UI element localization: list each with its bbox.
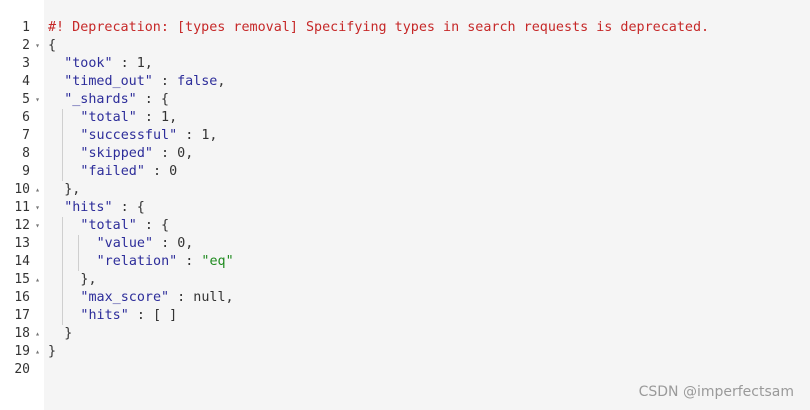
code-line: "successful" : 1, [80, 127, 217, 145]
line-number: 20 [14, 362, 30, 377]
code-token: "hits" [64, 200, 113, 215]
line-number: 11 [14, 200, 30, 215]
line-number: 7 [22, 128, 30, 143]
line-number: 5 [22, 92, 30, 107]
line-number: 15 [14, 272, 30, 287]
code-token: #! Deprecation: [types removal] Specifyi… [48, 20, 710, 35]
code-token: "skipped" [80, 146, 153, 161]
line-number: 4 [22, 74, 30, 89]
indent-guide [62, 109, 64, 181]
code-token: "total" [80, 110, 137, 125]
code-line: "timed_out" : false, [64, 73, 225, 91]
response-editor[interactable] [44, 0, 810, 410]
code-token: : 1, [112, 56, 153, 71]
line-number: 13 [14, 236, 30, 251]
code-line: } [48, 343, 56, 361]
fold-expand-icon[interactable]: ▴ [33, 271, 42, 289]
code-token: "timed_out" [64, 74, 153, 89]
code-line: "skipped" : 0, [80, 145, 193, 163]
code-line: "hits" : { [64, 199, 145, 217]
code-token: : 0 [144, 164, 178, 179]
code-token: { [48, 38, 57, 53]
line-number: 10 [14, 182, 30, 197]
code-token: : 1, [177, 128, 218, 143]
line-number: 18 [14, 326, 30, 341]
code-token: false [177, 74, 218, 89]
line-number: 8 [22, 146, 30, 161]
code-token: , [217, 74, 226, 89]
code-token: "hits" [80, 308, 129, 323]
code-token: : 0, [153, 236, 194, 251]
code-token: "took" [64, 56, 113, 71]
code-line: "_shards" : { [64, 91, 169, 109]
code-token: "failed" [80, 164, 145, 179]
code-token: : { [136, 218, 170, 233]
code-line: { [48, 37, 56, 55]
code-token: } [64, 326, 73, 341]
code-token: "relation" [96, 254, 178, 269]
line-number: 2 [22, 38, 30, 53]
code-token: "eq" [201, 254, 234, 269]
code-line: "total" : { [80, 217, 169, 235]
fold-expand-icon[interactable]: ▴ [33, 181, 42, 199]
code-token: : [ ] [128, 308, 178, 323]
fold-collapse-icon[interactable]: ▾ [33, 217, 42, 235]
line-number: 3 [22, 56, 30, 71]
code-token: : { [112, 200, 145, 215]
line-number: 16 [14, 290, 30, 305]
line-number: 19 [14, 344, 30, 359]
code-token: : [177, 254, 202, 269]
code-line: }, [80, 271, 96, 289]
indent-guide [62, 217, 64, 325]
code-token: : [152, 74, 178, 89]
code-token: : 0, [152, 146, 194, 161]
line-number: 17 [14, 308, 30, 323]
fold-expand-icon[interactable]: ▴ [33, 343, 42, 361]
code-line: "max_score" : null, [80, 289, 233, 307]
code-token: "total" [80, 218, 137, 233]
code-line: "total" : 1, [80, 109, 177, 127]
line-number: 6 [22, 110, 30, 125]
code-token: "_shards" [64, 92, 137, 107]
code-token: }, [80, 272, 97, 287]
code-line: "failed" : 0 [80, 163, 177, 181]
code-line: }, [64, 181, 80, 199]
code-line: "hits" : [ ] [80, 307, 177, 325]
code-token: "successful" [80, 128, 178, 143]
line-number: 9 [22, 164, 30, 179]
code-token: }, [64, 182, 81, 197]
code-token: "value" [96, 236, 154, 251]
watermark: CSDN @imperfectsam [638, 384, 794, 400]
code-line: "relation" : "eq" [97, 253, 234, 271]
fold-collapse-icon[interactable]: ▾ [33, 199, 42, 217]
code-token: : 1, [136, 110, 178, 125]
code-line: } [64, 325, 72, 343]
line-number: 12 [14, 218, 30, 233]
code-line: "took" : 1, [64, 55, 153, 73]
code-token: : null, [169, 290, 234, 305]
code-line: "value" : 0, [97, 235, 194, 253]
line-number: 14 [14, 254, 30, 269]
fold-expand-icon[interactable]: ▴ [33, 325, 42, 343]
indent-guide [78, 235, 80, 271]
code-token: "max_score" [80, 290, 170, 305]
fold-collapse-icon[interactable]: ▾ [33, 37, 42, 55]
line-number: 1 [22, 20, 30, 35]
code-line: #! Deprecation: [types removal] Specifyi… [48, 19, 709, 37]
code-token: } [48, 344, 57, 359]
fold-collapse-icon[interactable]: ▾ [33, 91, 42, 109]
code-token: : { [136, 92, 169, 107]
